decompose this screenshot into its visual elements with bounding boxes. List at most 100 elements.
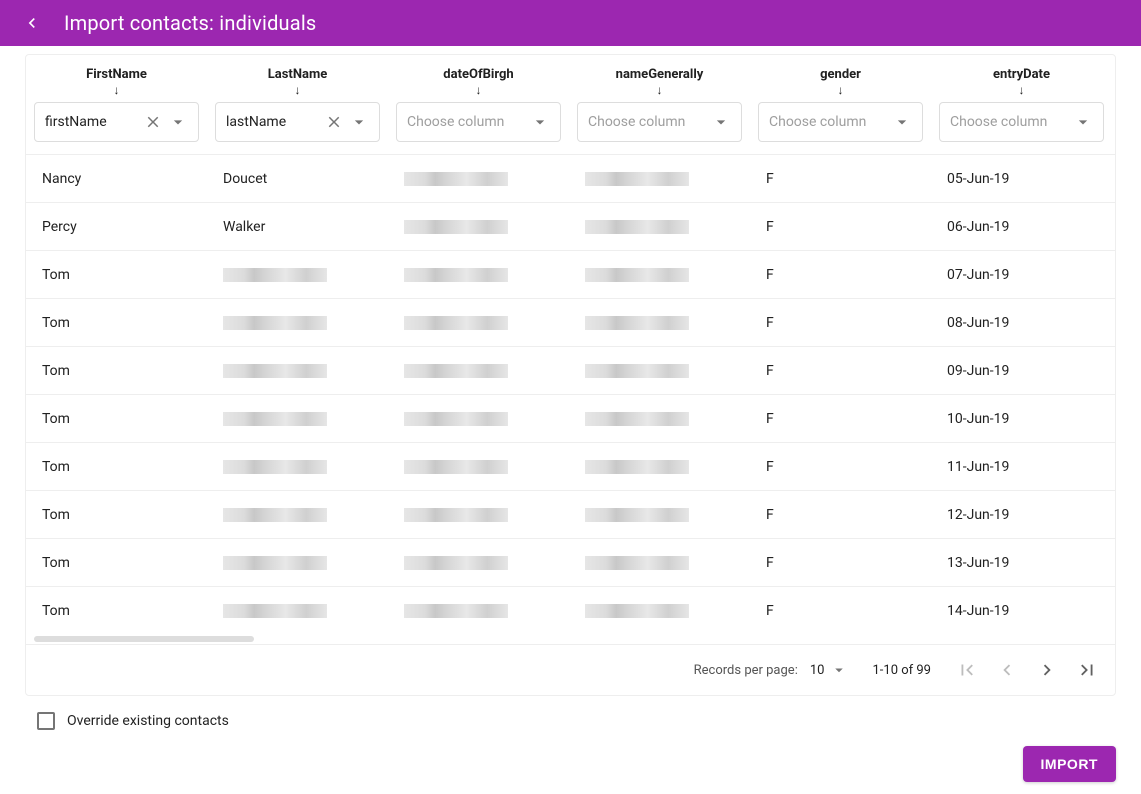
redacted-value [223, 556, 372, 570]
chevron-right-icon [1036, 659, 1058, 681]
cell-lastname [207, 491, 388, 538]
cell-gender: F [750, 443, 931, 490]
column-target-select[interactable]: Choose column [396, 102, 561, 142]
redacted-value [585, 460, 734, 474]
table-body: NancyDoucetF05-Jun-19PercyWalkerF06-Jun-… [26, 155, 1115, 635]
arrow-down-icon: ↓ [476, 84, 482, 96]
records-per-page-label: Records per page: [694, 663, 798, 678]
redacted-value [404, 268, 553, 282]
cell-entrydate: 13-Jun-19 [931, 539, 1112, 586]
pagination-range: 1-10 of 99 [872, 663, 931, 678]
caret-down-icon [711, 112, 731, 132]
cell-entrydate: 05-Jun-19 [931, 155, 1112, 202]
redacted-value [585, 220, 734, 234]
select-value: Choose column [769, 114, 866, 130]
cell-firstname: Tom [26, 299, 207, 346]
cell-lastname [207, 443, 388, 490]
cell-lastname [207, 299, 388, 346]
arrow-down-icon: ↓ [1019, 84, 1025, 96]
column-source-label: FirstName [86, 67, 147, 82]
cell-entrydate: 09-Jun-19 [931, 347, 1112, 394]
app-bar: Import contacts: individuals [0, 0, 1141, 46]
clear-icon[interactable] [144, 113, 162, 131]
horizontal-scrollbar[interactable] [26, 635, 1115, 645]
cell-namegenerally [569, 491, 750, 538]
redacted-value [223, 604, 372, 618]
redacted-value [585, 556, 734, 570]
caret-down-icon [530, 112, 550, 132]
redacted-value [585, 316, 734, 330]
cell-entrydate: 11-Jun-19 [931, 443, 1112, 490]
cell-entrydate: 07-Jun-19 [931, 251, 1112, 298]
column-mapping: FirstName ↓ firstName [26, 67, 207, 142]
column-target-select[interactable]: lastName [215, 102, 380, 142]
table-row: TomF13-Jun-19 [26, 539, 1115, 587]
column-target-select[interactable]: Choose column [939, 102, 1104, 142]
arrow-down-icon: ↓ [114, 84, 120, 96]
cell-entrydate: 08-Jun-19 [931, 299, 1112, 346]
cell-dateofbirth [388, 395, 569, 442]
last-page-button[interactable] [1075, 658, 1099, 682]
cell-lastname [207, 395, 388, 442]
cell-namegenerally [569, 395, 750, 442]
cell-gender: F [750, 251, 931, 298]
column-target-select[interactable]: firstName [34, 102, 199, 142]
first-page-button[interactable] [955, 658, 979, 682]
table-row: TomF07-Jun-19 [26, 251, 1115, 299]
column-target-select[interactable]: Choose column [577, 102, 742, 142]
cell-firstname: Tom [26, 443, 207, 490]
chevron-left-icon [22, 13, 42, 33]
redacted-value [585, 364, 734, 378]
cell-namegenerally [569, 251, 750, 298]
select-value: Choose column [407, 114, 504, 130]
cell-namegenerally [569, 587, 750, 635]
cell-firstname: Tom [26, 539, 207, 586]
cell-lastname [207, 347, 388, 394]
redacted-value [585, 508, 734, 522]
table-row: Tom F08-Jun-19 [26, 299, 1115, 347]
redacted-value [404, 604, 553, 618]
cell-namegenerally [569, 539, 750, 586]
caret-down-icon [830, 661, 848, 679]
cell-lastname [207, 587, 388, 635]
redacted-value [223, 508, 372, 522]
override-checkbox[interactable] [37, 712, 55, 730]
column-mapping: entryDate↓Choose column [931, 67, 1112, 142]
redacted-value [404, 508, 553, 522]
last-page-icon [1076, 659, 1098, 681]
arrow-down-icon: ↓ [838, 84, 844, 96]
scrollbar-thumb[interactable] [34, 636, 254, 642]
select-value: Choose column [588, 114, 685, 130]
cell-dateofbirth [388, 251, 569, 298]
first-page-icon [956, 659, 978, 681]
caret-down-icon [168, 112, 188, 132]
import-button[interactable]: IMPORT [1023, 746, 1116, 782]
cell-gender: F [750, 299, 931, 346]
cell-namegenerally [569, 347, 750, 394]
redacted-value [404, 316, 553, 330]
page-title: Import contacts: individuals [64, 11, 316, 35]
clear-icon[interactable] [325, 113, 343, 131]
cell-dateofbirth [388, 155, 569, 202]
redacted-value [585, 172, 734, 186]
cell-dateofbirth [388, 491, 569, 538]
prev-page-button[interactable] [995, 658, 1019, 682]
cell-gender: F [750, 587, 931, 635]
cell-gender: F [750, 347, 931, 394]
redacted-value [223, 268, 372, 282]
table-row: TomF12-Jun-19 [26, 491, 1115, 539]
records-per-page-value: 10 [810, 663, 825, 678]
back-button[interactable] [16, 7, 48, 39]
records-per-page-select[interactable]: 10 [810, 661, 849, 679]
redacted-value [223, 460, 372, 474]
override-label: Override existing contacts [67, 713, 229, 729]
redacted-value [404, 412, 553, 426]
cell-namegenerally [569, 299, 750, 346]
cell-dateofbirth [388, 203, 569, 250]
cell-firstname: Tom [26, 395, 207, 442]
column-source-label: LastName [268, 67, 327, 82]
next-page-button[interactable] [1035, 658, 1059, 682]
cell-lastname: Doucet [207, 155, 388, 202]
column-target-select[interactable]: Choose column [758, 102, 923, 142]
redacted-value [404, 220, 553, 234]
